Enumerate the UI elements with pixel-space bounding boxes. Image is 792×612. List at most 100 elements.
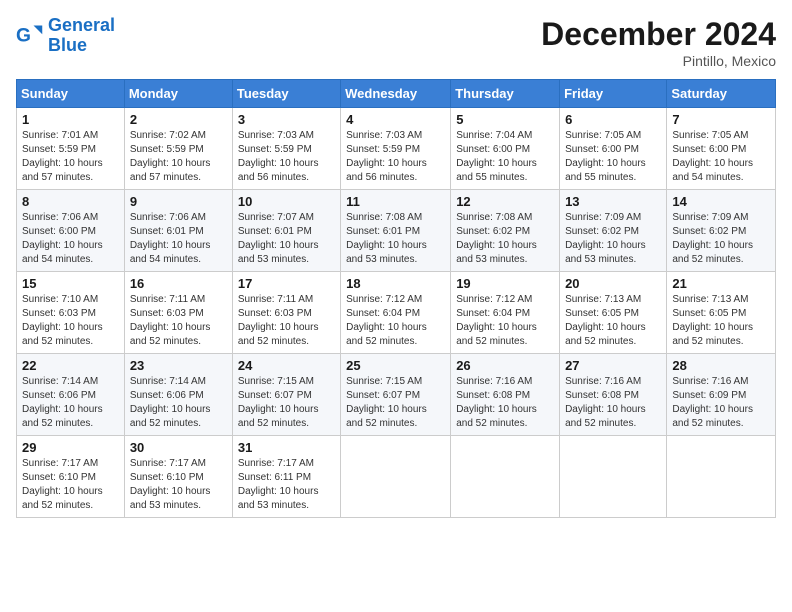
day-number: 3 bbox=[238, 112, 335, 127]
calendar-cell bbox=[451, 436, 560, 518]
calendar-cell: 29 Sunrise: 7:17 AM Sunset: 6:10 PM Dayli… bbox=[17, 436, 125, 518]
calendar-cell: 21 Sunrise: 7:13 AM Sunset: 6:05 PM Dayli… bbox=[667, 272, 776, 354]
day-info: Sunrise: 7:08 AM Sunset: 6:02 PM Dayligh… bbox=[456, 211, 554, 267]
calendar-cell: 14Sunrise: 7:09 AM Sunset: 6:02 PM Dayli… bbox=[667, 190, 776, 272]
day-info: Sunrise: 7:10 AM Sunset: 6:03 PM Dayligh… bbox=[22, 293, 119, 349]
day-info: Sunrise: 7:14 AM Sunset: 6:06 PM Dayligh… bbox=[22, 375, 119, 431]
column-header-monday: Monday bbox=[124, 80, 232, 108]
day-info: Sunrise: 7:12 AM Sunset: 6:04 PM Dayligh… bbox=[456, 293, 554, 349]
day-number: 21 bbox=[672, 276, 770, 291]
day-info: Sunrise: 7:08 AM Sunset: 6:01 PM Dayligh… bbox=[346, 211, 445, 267]
day-info: Sunrise: 7:04 AM Sunset: 6:00 PM Dayligh… bbox=[456, 129, 554, 185]
calendar-cell: 26 Sunrise: 7:16 AM Sunset: 6:08 PM Dayli… bbox=[451, 354, 560, 436]
day-number: 5 bbox=[456, 112, 554, 127]
calendar-cell: 2 Sunrise: 7:02 AM Sunset: 5:59 PM Daylig… bbox=[124, 108, 232, 190]
calendar-cell: 8 Sunrise: 7:06 AM Sunset: 6:00 PM Daylig… bbox=[17, 190, 125, 272]
calendar-cell: 9Sunrise: 7:06 AM Sunset: 6:01 PM Daylig… bbox=[124, 190, 232, 272]
day-info: Sunrise: 7:06 AM Sunset: 6:01 PM Dayligh… bbox=[130, 211, 227, 267]
day-number: 22 bbox=[22, 358, 119, 373]
calendar-cell: 6Sunrise: 7:05 AM Sunset: 6:00 PM Daylig… bbox=[560, 108, 667, 190]
day-number: 29 bbox=[22, 440, 119, 455]
column-header-thursday: Thursday bbox=[451, 80, 560, 108]
column-header-saturday: Saturday bbox=[667, 80, 776, 108]
day-info: Sunrise: 7:16 AM Sunset: 6:08 PM Dayligh… bbox=[565, 375, 661, 431]
day-info: Sunrise: 7:02 AM Sunset: 5:59 PM Dayligh… bbox=[130, 129, 227, 185]
calendar-cell: 11 Sunrise: 7:08 AM Sunset: 6:01 PM Dayli… bbox=[341, 190, 451, 272]
day-number: 26 bbox=[456, 358, 554, 373]
day-number: 2 bbox=[130, 112, 227, 127]
day-info: Sunrise: 7:09 AM Sunset: 6:02 PM Dayligh… bbox=[565, 211, 661, 267]
calendar-cell bbox=[341, 436, 451, 518]
calendar-cell: 20Sunrise: 7:13 AM Sunset: 6:05 PM Dayli… bbox=[560, 272, 667, 354]
calendar-cell: 18Sunrise: 7:12 AM Sunset: 6:04 PM Dayli… bbox=[341, 272, 451, 354]
day-number: 17 bbox=[238, 276, 335, 291]
day-number: 25 bbox=[346, 358, 445, 373]
day-number: 13 bbox=[565, 194, 661, 209]
calendar-cell: 12 Sunrise: 7:08 AM Sunset: 6:02 PM Dayli… bbox=[451, 190, 560, 272]
calendar-cell: 23 Sunrise: 7:14 AM Sunset: 6:06 PM Dayli… bbox=[124, 354, 232, 436]
calendar-title: December 2024 bbox=[541, 16, 776, 53]
day-info: Sunrise: 7:13 AM Sunset: 6:05 PM Dayligh… bbox=[565, 293, 661, 349]
calendar-week-row: 15 Sunrise: 7:10 AM Sunset: 6:03 PM Dayli… bbox=[17, 272, 776, 354]
day-number: 24 bbox=[238, 358, 335, 373]
day-info: Sunrise: 7:14 AM Sunset: 6:06 PM Dayligh… bbox=[130, 375, 227, 431]
day-info: Sunrise: 7:17 AM Sunset: 6:10 PM Dayligh… bbox=[130, 457, 227, 513]
calendar-subtitle: Pintillo, Mexico bbox=[541, 53, 776, 69]
calendar-cell: 3 Sunrise: 7:03 AM Sunset: 5:59 PM Daylig… bbox=[232, 108, 340, 190]
title-area: December 2024 Pintillo, Mexico bbox=[541, 16, 776, 69]
day-info: Sunrise: 7:12 AM Sunset: 6:04 PM Dayligh… bbox=[346, 293, 445, 349]
logo: G General Blue bbox=[16, 16, 115, 56]
day-number: 23 bbox=[130, 358, 227, 373]
calendar-cell: 17Sunrise: 7:11 AM Sunset: 6:03 PM Dayli… bbox=[232, 272, 340, 354]
day-info: Sunrise: 7:13 AM Sunset: 6:05 PM Dayligh… bbox=[672, 293, 770, 349]
day-number: 1 bbox=[22, 112, 119, 127]
day-info: Sunrise: 7:15 AM Sunset: 6:07 PM Dayligh… bbox=[346, 375, 445, 431]
calendar-header-row: SundayMondayTuesdayWednesdayThursdayFrid… bbox=[17, 80, 776, 108]
calendar-cell: 10Sunrise: 7:07 AM Sunset: 6:01 PM Dayli… bbox=[232, 190, 340, 272]
header: G General Blue December 2024 Pintillo, M… bbox=[16, 16, 776, 69]
day-number: 15 bbox=[22, 276, 119, 291]
day-number: 30 bbox=[130, 440, 227, 455]
day-info: Sunrise: 7:17 AM Sunset: 6:10 PM Dayligh… bbox=[22, 457, 119, 513]
column-header-sunday: Sunday bbox=[17, 80, 125, 108]
logo-icon: G bbox=[16, 22, 44, 50]
calendar-cell: 31Sunrise: 7:17 AM Sunset: 6:11 PM Dayli… bbox=[232, 436, 340, 518]
day-number: 10 bbox=[238, 194, 335, 209]
column-header-wednesday: Wednesday bbox=[341, 80, 451, 108]
calendar-cell: 24 Sunrise: 7:15 AM Sunset: 6:07 PM Dayli… bbox=[232, 354, 340, 436]
calendar-cell: 13 Sunrise: 7:09 AM Sunset: 6:02 PM Dayli… bbox=[560, 190, 667, 272]
day-info: Sunrise: 7:06 AM Sunset: 6:00 PM Dayligh… bbox=[22, 211, 119, 267]
logo-blue: Blue bbox=[48, 36, 115, 56]
day-number: 27 bbox=[565, 358, 661, 373]
calendar-cell: 4 Sunrise: 7:03 AM Sunset: 5:59 PM Daylig… bbox=[341, 108, 451, 190]
calendar-cell: 30 Sunrise: 7:17 AM Sunset: 6:10 PM Dayli… bbox=[124, 436, 232, 518]
day-info: Sunrise: 7:15 AM Sunset: 6:07 PM Dayligh… bbox=[238, 375, 335, 431]
day-info: Sunrise: 7:11 AM Sunset: 6:03 PM Dayligh… bbox=[130, 293, 227, 349]
svg-text:G: G bbox=[16, 25, 31, 46]
day-number: 11 bbox=[346, 194, 445, 209]
day-number: 28 bbox=[672, 358, 770, 373]
day-info: Sunrise: 7:03 AM Sunset: 5:59 PM Dayligh… bbox=[346, 129, 445, 185]
calendar-week-row: 8 Sunrise: 7:06 AM Sunset: 6:00 PM Daylig… bbox=[17, 190, 776, 272]
calendar-cell: 25 Sunrise: 7:15 AM Sunset: 6:07 PM Dayli… bbox=[341, 354, 451, 436]
day-number: 7 bbox=[672, 112, 770, 127]
day-info: Sunrise: 7:16 AM Sunset: 6:08 PM Dayligh… bbox=[456, 375, 554, 431]
day-number: 8 bbox=[22, 194, 119, 209]
calendar-week-row: 22 Sunrise: 7:14 AM Sunset: 6:06 PM Dayli… bbox=[17, 354, 776, 436]
calendar-table: SundayMondayTuesdayWednesdayThursdayFrid… bbox=[16, 79, 776, 518]
calendar-body: 1 Sunrise: 7:01 AM Sunset: 5:59 PM Daylig… bbox=[17, 108, 776, 518]
day-number: 12 bbox=[456, 194, 554, 209]
day-info: Sunrise: 7:17 AM Sunset: 6:11 PM Dayligh… bbox=[238, 457, 335, 513]
calendar-cell: 5 Sunrise: 7:04 AM Sunset: 6:00 PM Daylig… bbox=[451, 108, 560, 190]
calendar-cell: 19Sunrise: 7:12 AM Sunset: 6:04 PM Dayli… bbox=[451, 272, 560, 354]
day-info: Sunrise: 7:05 AM Sunset: 6:00 PM Dayligh… bbox=[672, 129, 770, 185]
calendar-cell bbox=[667, 436, 776, 518]
calendar-cell bbox=[560, 436, 667, 518]
calendar-week-row: 29 Sunrise: 7:17 AM Sunset: 6:10 PM Dayli… bbox=[17, 436, 776, 518]
day-info: Sunrise: 7:03 AM Sunset: 5:59 PM Dayligh… bbox=[238, 129, 335, 185]
calendar-cell: 7 Sunrise: 7:05 AM Sunset: 6:00 PM Daylig… bbox=[667, 108, 776, 190]
calendar-cell: 22 Sunrise: 7:14 AM Sunset: 6:06 PM Dayli… bbox=[17, 354, 125, 436]
column-header-tuesday: Tuesday bbox=[232, 80, 340, 108]
day-info: Sunrise: 7:01 AM Sunset: 5:59 PM Dayligh… bbox=[22, 129, 119, 185]
day-number: 4 bbox=[346, 112, 445, 127]
